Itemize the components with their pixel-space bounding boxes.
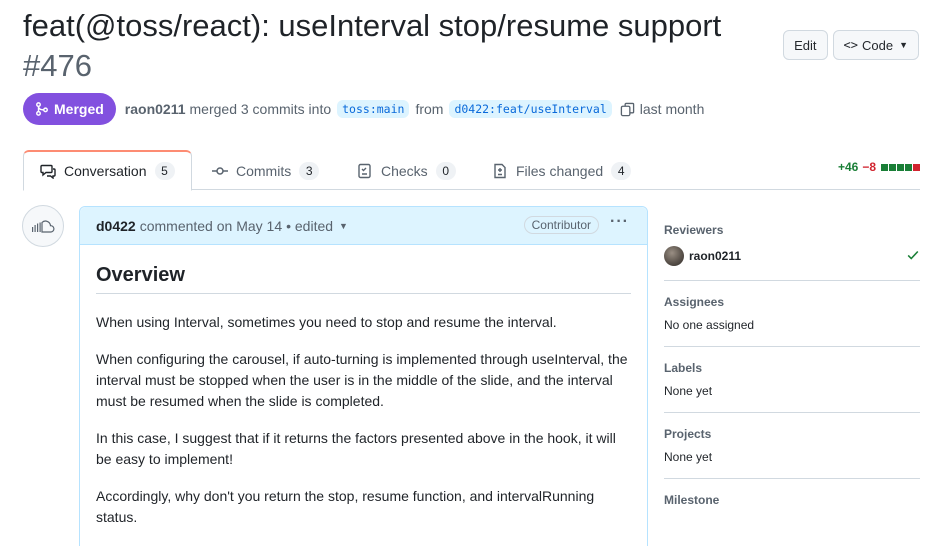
reviewers-title[interactable]: Reviewers: [664, 223, 920, 237]
code-label: Code: [862, 37, 894, 53]
merged-text: merged 3 commits into: [189, 101, 332, 117]
tab-counter: 3: [299, 161, 320, 180]
check-icon: [906, 248, 920, 265]
comment-header: d0422 commented on May 14 • edited ▼ Con…: [80, 207, 647, 245]
pr-title-text: feat(@toss/react): useInterval stop/resu…: [23, 8, 722, 43]
labels-section: Labels None yet: [664, 347, 920, 413]
tab-label: Checks: [381, 162, 428, 179]
contributor-badge: Contributor: [523, 216, 599, 234]
diffstat-square: [897, 163, 904, 171]
chevron-down-icon: ▼: [899, 40, 908, 50]
head-branch[interactable]: d0422:feat/useInterval: [449, 100, 612, 118]
tab-conversation[interactable]: Conversation 5: [23, 150, 192, 191]
comment-paragraph: Accordingly, why don't you return the st…: [96, 488, 595, 525]
chevron-down-icon[interactable]: ▼: [339, 221, 348, 231]
reviewer-item[interactable]: raon0211: [664, 246, 920, 266]
pr-title: feat(@toss/react): useInterval stop/resu…: [23, 6, 783, 86]
merged-badge: Merged: [23, 93, 116, 125]
code-button[interactable]: <> Code ▼: [832, 30, 919, 60]
tab-label: Conversation: [64, 163, 147, 179]
reviewers-section: Reviewers raon0211: [664, 210, 920, 281]
tab-commits[interactable]: Commits 3: [196, 150, 335, 191]
comment-meta[interactable]: commented on May 14: [140, 218, 282, 234]
diffstat-square: [913, 163, 920, 171]
from-text: from: [415, 101, 444, 117]
projects-title[interactable]: Projects: [664, 427, 920, 441]
tab-counter: 4: [611, 161, 632, 180]
milestone-section: Milestone: [664, 479, 920, 530]
projects-section: Projects None yet: [664, 413, 920, 479]
comment-paragraph: In this case, I suggest that if it retur…: [96, 430, 616, 467]
comment-paragraph: When using Interval, sometimes you need …: [96, 314, 557, 330]
base-branch[interactable]: toss:main: [337, 100, 410, 118]
diffstat-square: [905, 163, 912, 171]
pr-number: #476: [23, 48, 92, 83]
tab-label: Files changed: [516, 162, 604, 179]
edit-label: Edit: [794, 37, 817, 53]
assignees-section: Assignees No one assigned: [664, 281, 920, 347]
diffstat: +46 −8: [838, 160, 920, 174]
avatar[interactable]: [22, 205, 64, 247]
pr-tabs: Conversation 5 Commits 3 Checks 0 Files …: [23, 150, 920, 191]
kebab-menu-icon[interactable]: ···: [610, 213, 629, 231]
assignees-title[interactable]: Assignees: [664, 295, 920, 309]
projects-value: None yet: [664, 450, 713, 464]
merge-icon: [36, 102, 48, 116]
reviewer-name: raon0211: [689, 249, 742, 263]
comment-paragraph: When configuring the carousel, if auto-t…: [96, 351, 628, 409]
pr-state-row: Merged raon0211 merged 3 commits into to…: [23, 93, 704, 125]
sidebar: Reviewers raon0211 Assignees No one assi…: [664, 210, 920, 530]
diffstat-square: [881, 163, 888, 171]
merger-link[interactable]: raon0211: [125, 101, 186, 117]
comment-author[interactable]: d0422: [96, 218, 136, 234]
tab-checks[interactable]: Checks 0: [341, 150, 472, 191]
additions-count: +46: [837, 160, 859, 174]
comment-body: Overview When using Interval, sometimes …: [80, 245, 647, 528]
conversation-icon: [40, 164, 56, 179]
edit-button[interactable]: Edit: [783, 30, 828, 60]
merged-label: Merged: [54, 101, 104, 117]
copy-icon[interactable]: [620, 102, 635, 117]
comment-card: d0422 commented on May 14 • edited ▼ Con…: [79, 206, 648, 546]
code-icon: <>: [843, 38, 858, 52]
deletions-count: −8: [862, 160, 876, 174]
milestone-title[interactable]: Milestone: [664, 493, 920, 507]
checklist-icon: [358, 163, 371, 178]
file-diff-icon: [494, 163, 506, 178]
labels-value: None yet: [664, 384, 713, 398]
header-actions: Edit <> Code ▼: [783, 30, 919, 60]
tab-label: Commits: [236, 162, 292, 179]
commit-icon: [212, 166, 228, 175]
edited-label[interactable]: • edited: [286, 218, 333, 234]
tab-counter: 5: [154, 162, 175, 180]
tab-files-changed[interactable]: Files changed 4: [476, 150, 647, 191]
soundcloud-icon: [32, 220, 55, 233]
comment-heading: Overview: [96, 263, 631, 294]
merged-time: last month: [639, 101, 705, 117]
assignees-value: No one assigned: [664, 318, 755, 332]
diffstat-square: [889, 163, 896, 171]
reviewer-avatar: [664, 246, 684, 266]
tab-counter: 0: [435, 161, 456, 180]
labels-title[interactable]: Labels: [664, 361, 920, 375]
